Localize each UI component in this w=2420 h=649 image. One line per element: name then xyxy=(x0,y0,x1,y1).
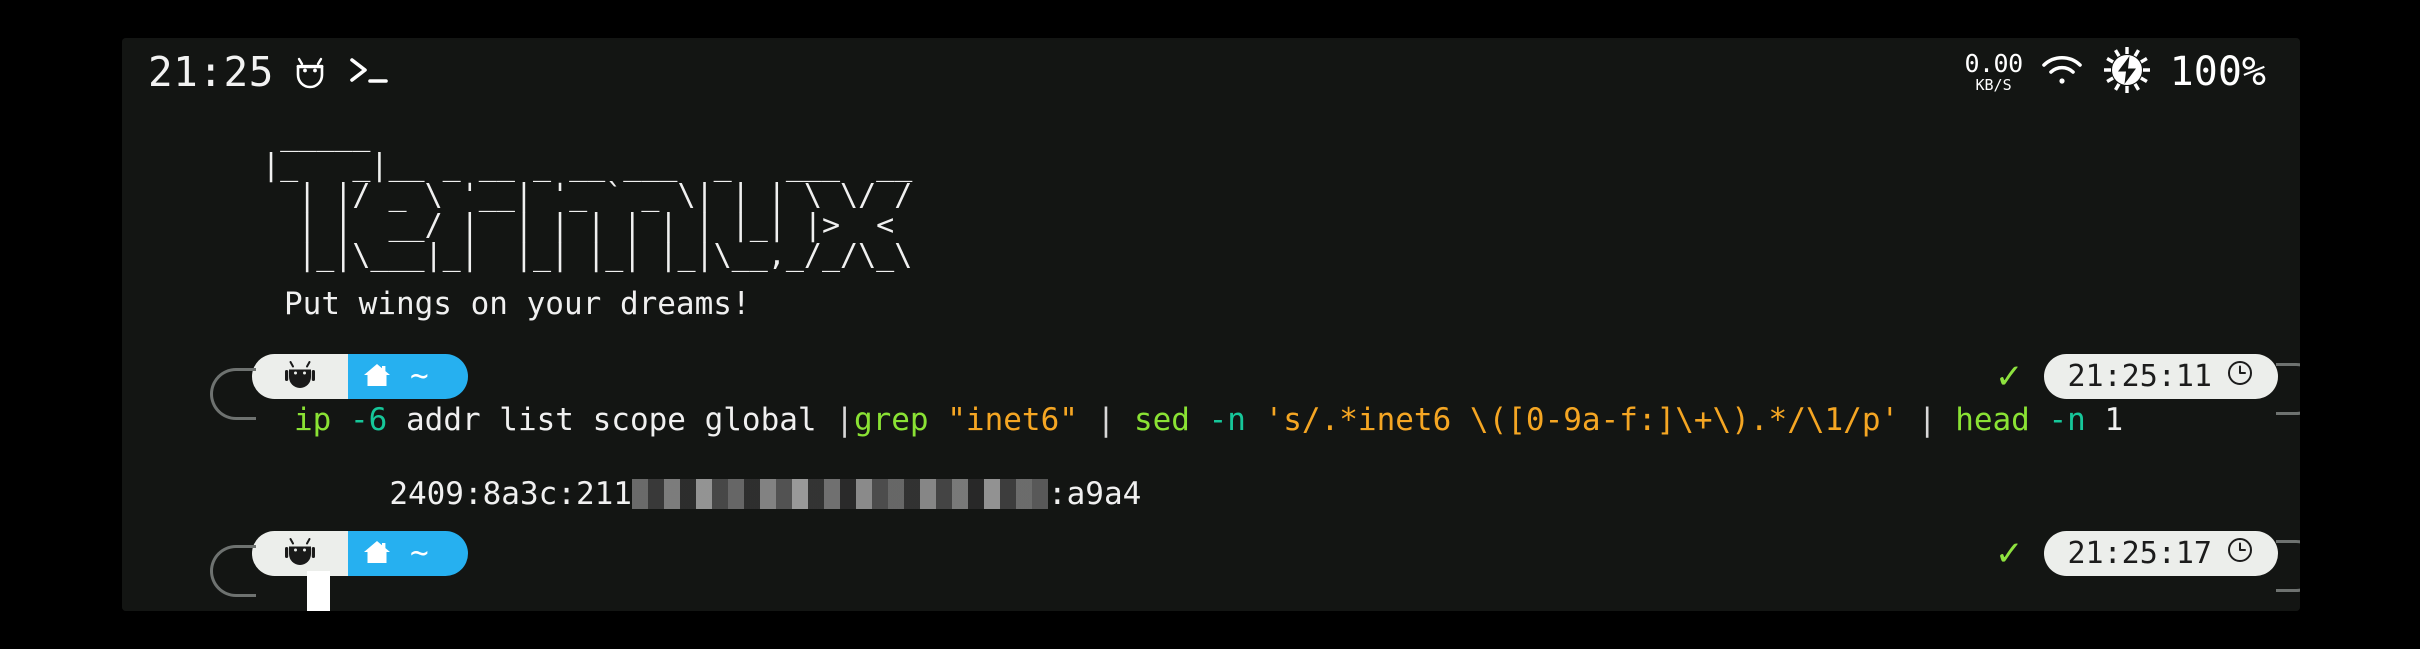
command-output-line: 2409:8a3c:211 :a9a4 xyxy=(240,443,1141,545)
terminal-output-area[interactable]: _____ |_ _|__ _ __ _ __ ___ _ ___ __ | |… xyxy=(122,106,2300,611)
prompt-bracket-right-icon xyxy=(2276,363,2300,415)
command-token-flag: -n xyxy=(1208,402,1246,438)
command-input-line[interactable]: ip -6 addr list scope global |grep "inet… xyxy=(294,403,2123,437)
command-token-cmd: head xyxy=(1955,402,2030,438)
command-token-plain: addr list scope global xyxy=(387,402,836,438)
prompt-segments-left: ~ xyxy=(210,354,468,420)
android-robot-icon xyxy=(293,53,327,91)
prompt-timestamp-label: 21:25:11 xyxy=(2067,359,2213,394)
network-speed-indicator: 0.00 KB/S xyxy=(1964,49,2023,94)
status-bar-left-group: 21:25 xyxy=(148,48,390,96)
prompt-status-right: ✓ 21:25:11 xyxy=(1995,354,2300,415)
text-cursor xyxy=(307,571,330,611)
status-clock: 21:25 xyxy=(148,48,274,96)
terminal-window: 21:25 0.00 KB/S 100% _____ |_ _|__ _ __ … xyxy=(122,38,2300,611)
prompt-line-1: ~ ✓ 21:25:11 xyxy=(122,354,2300,420)
command-token-plain xyxy=(1078,402,1097,438)
home-icon xyxy=(362,538,392,570)
clock-icon xyxy=(2226,359,2254,395)
home-icon xyxy=(362,361,392,393)
command-token-flag: -n xyxy=(2048,402,2086,438)
command-token-plain xyxy=(929,402,948,438)
command-token-cmd: ip xyxy=(294,402,332,438)
command-token-plain xyxy=(1190,402,1209,438)
command-token-plain xyxy=(1937,402,1956,438)
prompt-bracket-left-icon xyxy=(210,545,256,597)
prompt-segments-left: ~ xyxy=(210,531,468,597)
command-token-pipe: | xyxy=(1917,402,1937,438)
command-token-str: "inet6" xyxy=(947,402,1078,438)
command-token-plain xyxy=(1115,402,1134,438)
battery-percent: 100% xyxy=(2169,49,2266,95)
command-token-cmd: sed xyxy=(1133,402,1190,438)
network-speed-value: 0.00 xyxy=(1964,49,2023,78)
prompt-timestamp-badge: 21:25:11 xyxy=(2043,354,2300,415)
output-ip-prefix: 2409:8a3c:211 xyxy=(389,476,632,512)
command-token-plain xyxy=(1246,402,1265,438)
android-robot-icon xyxy=(285,535,315,573)
command-token-plain xyxy=(1899,402,1918,438)
banner-tagline: Put wings on your dreams! xyxy=(284,286,751,322)
command-token-pipe: | xyxy=(1096,402,1116,438)
check-mark-icon: ✓ xyxy=(1995,356,2024,397)
command-token-flag: -6 xyxy=(350,402,388,438)
command-token-plain: 1 xyxy=(2085,402,2124,438)
prompt-bracket-left-icon xyxy=(210,368,256,420)
device-frame: 21:25 0.00 KB/S 100% _____ |_ _|__ _ __ … xyxy=(0,0,2420,649)
wifi-icon xyxy=(2040,53,2084,91)
status-bar-right-group: 0.00 KB/S 100% xyxy=(1964,44,2266,100)
prompt-timestamp-badge: 21:25:17 xyxy=(2043,531,2300,592)
prompt-timestamp-label: 21:25:17 xyxy=(2067,536,2213,571)
prompt-line-2: ~ ✓ 21:25:17 xyxy=(122,531,2300,597)
ascii-art-banner: _____ |_ _|__ _ __ _ __ ___ _ ___ __ | |… xyxy=(262,118,913,273)
command-token-plain xyxy=(331,402,350,438)
network-speed-unit: KB/S xyxy=(1975,76,2012,94)
command-token-pipe: | xyxy=(835,402,854,438)
prompt-user-segment xyxy=(252,531,348,576)
prompt-status-right: ✓ 21:25:17 xyxy=(1995,531,2300,592)
shell-prompt-icon xyxy=(346,51,390,93)
command-token-plain xyxy=(2030,402,2049,438)
command-token-cmd: grep xyxy=(853,402,929,438)
redacted-block xyxy=(631,479,1048,509)
prompt-user-segment xyxy=(252,354,348,399)
status-bar: 21:25 0.00 KB/S 100% xyxy=(122,38,2300,106)
output-ip-suffix: :a9a4 xyxy=(1047,476,1142,512)
android-robot-icon xyxy=(285,358,315,396)
clock-icon xyxy=(2226,536,2254,572)
prompt-path-segment: ~ xyxy=(348,531,468,576)
battery-charging-icon xyxy=(2101,44,2153,100)
check-mark-icon: ✓ xyxy=(1995,533,2024,574)
prompt-path-label: ~ xyxy=(410,358,429,394)
prompt-path-segment: ~ xyxy=(348,354,468,399)
prompt-path-label: ~ xyxy=(410,535,429,571)
command-token-str: 's/.*inet6 \([0-9a-f:]\+\).*/\1/p' xyxy=(1264,402,1900,438)
prompt-bracket-right-icon xyxy=(2276,540,2300,592)
